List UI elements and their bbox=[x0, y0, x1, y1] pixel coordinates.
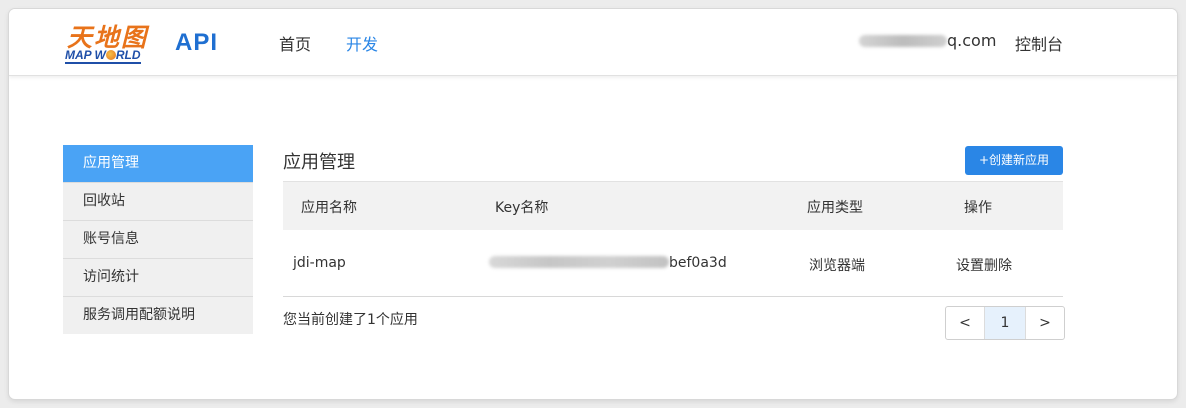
map-world-logo[interactable]: 天地图 MAP W RLD bbox=[65, 18, 165, 68]
user-email[interactable]: q.com bbox=[859, 31, 996, 50]
sidebar: 应用管理 回收站 账号信息 访问统计 服务调用配额说明 bbox=[63, 145, 253, 334]
page-title: 应用管理 bbox=[283, 152, 355, 173]
actions-cell: 设置删除 bbox=[956, 255, 1012, 275]
apps-table: 应用名称 Key名称 应用类型 操作 jdi-map bef0a3d 浏览器端 … bbox=[283, 181, 1063, 297]
header-actions: 操作 bbox=[964, 200, 992, 216]
sidebar-item-quota-info[interactable]: 服务调用配额说明 bbox=[63, 297, 253, 334]
next-page-button[interactable]: > bbox=[1026, 307, 1064, 339]
nav-develop[interactable]: 开发 bbox=[346, 31, 378, 55]
key-cell: bef0a3d bbox=[489, 255, 727, 271]
app-name-cell: jdi-map bbox=[293, 255, 346, 271]
sidebar-item-recycle-bin[interactable]: 回收站 bbox=[63, 183, 253, 221]
pagination: < 1 > bbox=[945, 306, 1065, 340]
prev-page-button[interactable]: < bbox=[946, 307, 985, 339]
browser-window: 天地图 MAP W RLD API 首页 开发 q.com 控制台 应用管理 回收… bbox=[9, 9, 1177, 399]
sidebar-item-account-info[interactable]: 账号信息 bbox=[63, 221, 253, 259]
header-key-name: Key名称 bbox=[495, 200, 549, 216]
create-app-button[interactable]: +创建新应用 bbox=[965, 146, 1063, 175]
console-link[interactable]: 控制台 bbox=[1015, 31, 1063, 55]
globe-icon bbox=[105, 50, 116, 60]
settings-link[interactable]: 设置 bbox=[956, 258, 984, 274]
sidebar-item-app-management[interactable]: 应用管理 bbox=[63, 145, 253, 183]
top-header: 天地图 MAP W RLD API 首页 开发 q.com 控制台 bbox=[9, 9, 1177, 76]
header-app-name: 应用名称 bbox=[301, 200, 357, 216]
header-app-type: 应用类型 bbox=[807, 200, 863, 216]
api-label: API bbox=[175, 29, 219, 56]
logo-english-text: MAP W RLD bbox=[65, 48, 141, 64]
app-type-cell: 浏览器端 bbox=[809, 258, 865, 274]
table-row: jdi-map bef0a3d 浏览器端 设置删除 bbox=[283, 230, 1063, 297]
sidebar-item-access-stats[interactable]: 访问统计 bbox=[63, 259, 253, 297]
redacted-key-blur bbox=[489, 256, 669, 268]
redacted-email-blur bbox=[859, 35, 947, 47]
delete-link[interactable]: 删除 bbox=[984, 258, 1012, 274]
app-count-summary: 您当前创建了1个应用 bbox=[283, 312, 418, 328]
table-header-row: 应用名称 Key名称 应用类型 操作 bbox=[283, 181, 1063, 230]
current-page-button[interactable]: 1 bbox=[985, 307, 1026, 339]
nav-home[interactable]: 首页 bbox=[279, 31, 311, 55]
